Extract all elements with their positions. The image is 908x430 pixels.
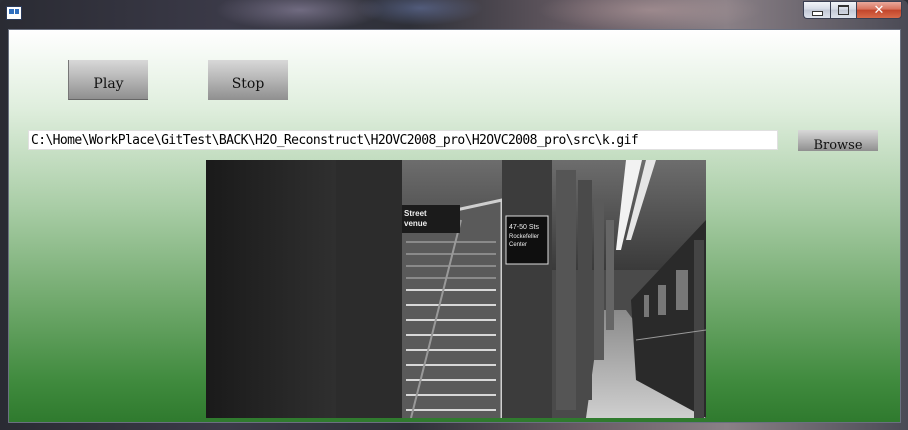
stop-button[interactable]: Stop xyxy=(208,60,288,100)
browse-button[interactable]: Browse xyxy=(798,130,878,153)
window-frame: ✕ Play Stop C:\Home\WorkPlace\GitTest\BA… xyxy=(0,0,908,430)
maximize-icon xyxy=(838,5,849,15)
maximize-button[interactable] xyxy=(830,1,856,19)
file-path-input[interactable]: C:\Home\WorkPlace\GitTest\BACK\H2O_Recon… xyxy=(28,130,778,150)
caption-buttons: ✕ xyxy=(803,1,902,20)
minimize-icon xyxy=(811,10,823,16)
sign-station-line3: Center xyxy=(509,242,527,248)
client-area: Play Stop C:\Home\WorkPlace\GitTest\BACK… xyxy=(8,29,901,423)
sign-station-line2: Rockefeller xyxy=(509,234,539,240)
sign-street-line1: Street xyxy=(404,209,427,218)
app-icon[interactable] xyxy=(6,6,22,20)
close-icon: ✕ xyxy=(873,2,885,18)
sign-station-line1: 47-50 Sts xyxy=(509,224,539,231)
sign-street-line2: venue xyxy=(404,219,428,228)
close-button[interactable]: ✕ xyxy=(856,1,902,19)
gif-preview-image: Street venue 47-50 Sts Rockefeller Cente… xyxy=(206,160,706,418)
play-button[interactable]: Play xyxy=(68,60,148,100)
minimize-button[interactable] xyxy=(803,1,830,19)
